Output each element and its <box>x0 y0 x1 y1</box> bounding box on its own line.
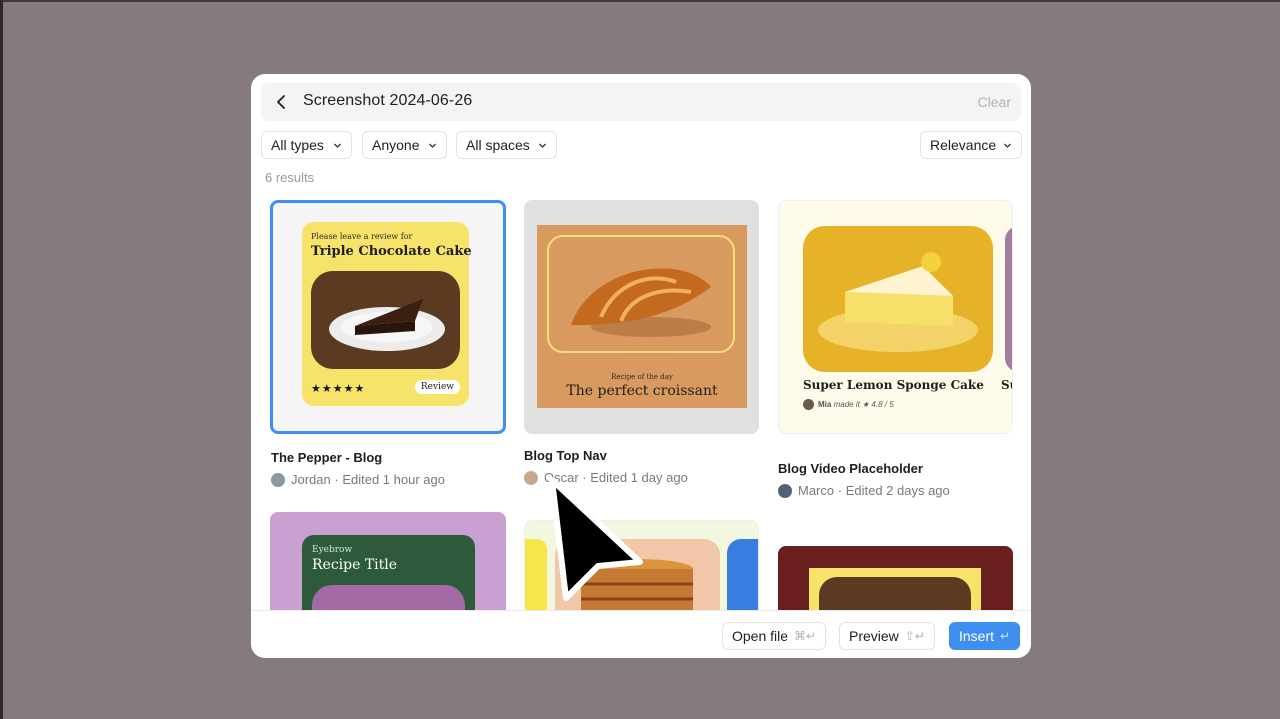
insert-label: Insert <box>959 628 995 644</box>
thumbnail-review-card: Please leave a review for Triple Chocola… <box>302 222 472 406</box>
window-top-edge <box>0 0 1280 2</box>
clear-button[interactable]: Clear <box>978 94 1011 110</box>
open-file-button[interactable]: Open file ⌘↵ <box>722 622 827 650</box>
mouse-cursor-icon <box>549 477 643 601</box>
result-card-blog-top-nav[interactable]: Recipe of the day The perfect croissant <box>524 200 759 434</box>
open-file-shortcut: ⌘↵ <box>794 629 817 643</box>
search-bar[interactable]: Screenshot 2024-06-26 Clear <box>261 83 1021 121</box>
review-pill: Review <box>414 380 460 394</box>
card-title[interactable]: Blog Video Placeholder <box>778 461 923 476</box>
croissant-icon <box>571 268 711 337</box>
card-author: Jordan <box>291 472 331 487</box>
thumbnail-croissant: Recipe of the day The perfect croissant <box>537 225 747 408</box>
thumb-user: Mia <box>818 400 832 409</box>
sort-dropdown[interactable]: Relevance <box>920 131 1022 159</box>
window-left-edge <box>0 0 3 719</box>
thumb-eyebrow: Please leave a review for <box>311 232 413 241</box>
chevron-down-icon <box>1004 143 1011 148</box>
result-card-blog-video-placeholder[interactable]: Super Lemon Sponge Cake Su Mia made it ★… <box>778 200 1013 434</box>
chevron-down-icon <box>429 143 436 148</box>
cake-photo-icon <box>311 271 460 369</box>
card-title[interactable]: Blog Top Nav <box>524 448 607 463</box>
results-count: 6 results <box>265 170 315 185</box>
thumb-eyebrow: Eyebrow <box>312 545 353 555</box>
preview-shortcut: ⇧↵ <box>904 629 925 643</box>
filter-types-label: All types <box>271 137 324 153</box>
filter-spaces-label: All spaces <box>466 137 530 153</box>
chevron-down-icon <box>334 143 341 148</box>
card-edited: · Edited 2 days ago <box>837 483 950 498</box>
avatar <box>271 472 285 487</box>
thumb-heading: The perfect croissant <box>566 383 718 399</box>
thumb-made: made it ★ 4.8 / 5 <box>833 400 894 409</box>
lemon-cake-photo-icon <box>803 226 993 372</box>
card-meta: Marco · Edited 2 days ago <box>778 483 950 498</box>
thumb-user-row: Mia made it ★ 4.8 / 5 <box>803 399 894 410</box>
card-meta: Jordan · Edited 1 hour ago <box>271 472 445 487</box>
next-slide-peek <box>1005 226 1012 372</box>
search-input[interactable]: Screenshot 2024-06-26 <box>303 92 472 110</box>
preview-button[interactable]: Preview ⇧↵ <box>839 622 935 650</box>
avatar <box>778 483 792 498</box>
preview-label: Preview <box>849 628 899 644</box>
chevron-down-icon <box>539 143 546 148</box>
result-card-pepper-blog[interactable]: Please leave a review for Triple Chocola… <box>270 200 506 434</box>
sort-label: Relevance <box>930 137 997 153</box>
card-author: Marco <box>798 483 835 498</box>
thumb-heading-cut: Su <box>1001 378 1012 392</box>
avatar <box>803 399 814 410</box>
card-edited: · Edited 1 hour ago <box>334 472 445 487</box>
thumb-heading: Recipe Title <box>312 557 398 573</box>
back-arrow-icon[interactable] <box>273 93 291 111</box>
open-file-label: Open file <box>732 628 789 644</box>
dialog-footer: Open file ⌘↵ Preview ⇧↵ Insert ↵ <box>251 610 1031 658</box>
filter-types-dropdown[interactable]: All types <box>261 131 352 159</box>
thumb-heading: Triple Chocolate Cake <box>311 244 472 259</box>
card-title[interactable]: The Pepper - Blog <box>271 450 382 465</box>
insert-button[interactable]: Insert ↵ <box>949 622 1021 650</box>
thumb-eyebrow: Recipe of the day <box>611 373 673 381</box>
filter-people-dropdown[interactable]: Anyone <box>362 131 447 159</box>
filter-people-label: Anyone <box>372 137 420 153</box>
thumb-heading: Super Lemon Sponge Cake <box>803 378 984 392</box>
star-rating: ★★★★★ <box>311 383 366 395</box>
avatar <box>524 470 538 485</box>
insert-shortcut: ↵ <box>1000 629 1011 643</box>
filter-spaces-dropdown[interactable]: All spaces <box>456 131 557 159</box>
